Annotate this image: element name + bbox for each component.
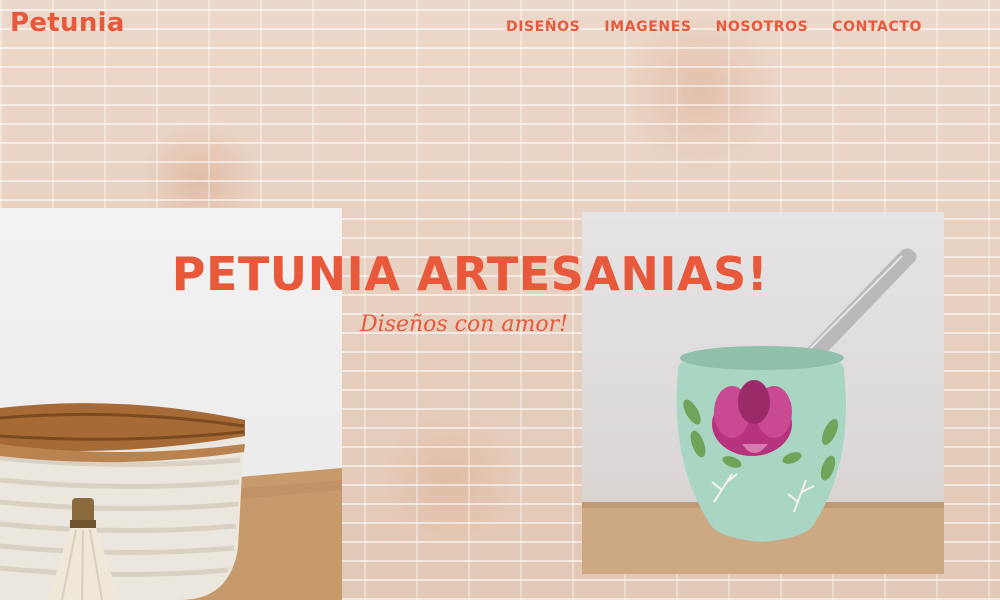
nav-link-nosotros[interactable]: NOSOTROS [716,19,809,35]
nav-link-contacto[interactable]: CONTACTO [832,19,922,35]
nav-link-disenos[interactable]: DISEÑOS [506,19,580,35]
main-nav: DISEÑOS IMAGENES NOSOTROS CONTACTO [506,19,922,35]
page: Petunia DISEÑOS IMAGENES NOSOTROS CONTAC… [0,0,1000,600]
hero-subtitle: Diseños con amor! [360,312,568,337]
brand-logo[interactable]: Petunia [10,8,125,38]
nav-link-imagenes[interactable]: IMAGENES [604,19,691,35]
hero-title: PETUNIA ARTESANIAS! [171,246,769,301]
